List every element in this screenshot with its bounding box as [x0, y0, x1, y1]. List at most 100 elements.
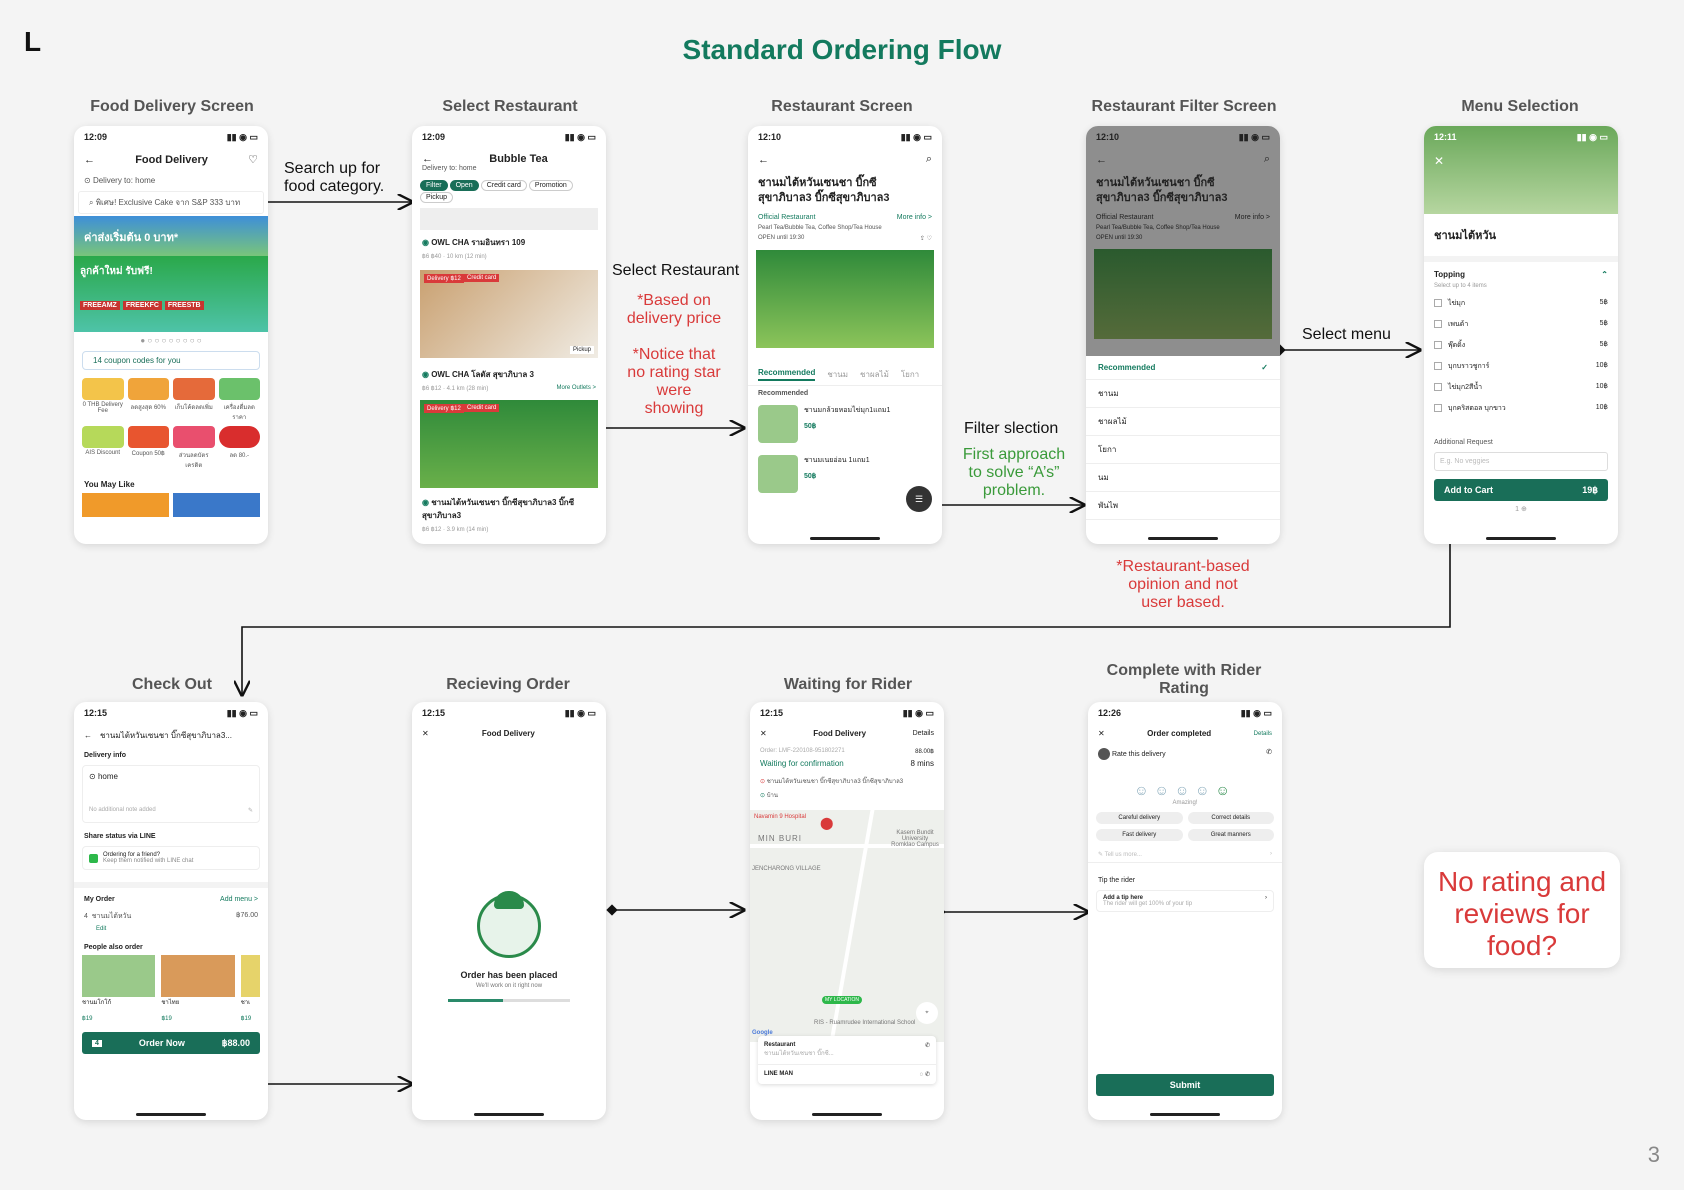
category-item[interactable]: ส่วนลดบัตรเครดิต	[173, 426, 215, 470]
chat-phone-icon[interactable]: ◌ ✆	[920, 1071, 930, 1078]
search-input[interactable]: ⌕ พิเศษ! Exclusive Cake จาก S&P 333 บาท	[78, 191, 264, 214]
rating-tag[interactable]: Great manners	[1187, 829, 1274, 841]
heart-icon[interactable]: ♡	[248, 153, 258, 166]
order-line[interactable]: 4 ชานมไต้หวัน ฿76.00	[74, 907, 268, 926]
dimmed-overlay[interactable]: 12:10 ▮▮ ◉ ▭ ← ⌕ ชานมไต้หวันเซนชา บิ๊กซี ส…	[1086, 126, 1280, 356]
search-icon[interactable]: ⌕	[926, 153, 932, 166]
restaurant-contact[interactable]: Restaurant ชานมไต้หวันเซนชา บิ๊กซี... ✆	[758, 1036, 936, 1065]
add-menu-link[interactable]: Add menu >	[220, 896, 258, 903]
restaurant-card[interactable]: ◉ ชานมไต้หวันเซนชา บิ๊กซีสุขาภิบาล3 บิ๊ก…	[412, 492, 606, 526]
restaurant-image[interactable]: Delivery ฿12 Credit card	[420, 400, 598, 488]
tab-recommended[interactable]: Recommended	[758, 368, 816, 381]
back-icon[interactable]: ←	[758, 154, 769, 166]
close-icon[interactable]: ✕	[422, 729, 429, 738]
restaurant-card[interactable]: ◉ OWL CHA โลตัส สุขาภิบาล 3	[412, 364, 606, 385]
rating-tag[interactable]: Fast delivery	[1096, 829, 1183, 841]
filter-option[interactable]: ชานม	[1086, 380, 1280, 408]
map-view[interactable]: Navamin 9 Hospital MIN BURI JENCHARONG V…	[750, 810, 944, 1042]
topping-option[interactable]: พุ๊ดดิ้ง 5฿	[1424, 335, 1618, 356]
more-info-link[interactable]: More info >	[897, 214, 932, 221]
tab-milk-tea[interactable]: ชานม	[827, 368, 848, 381]
menu-item[interactable]: ชานมกล้วยหอมไข่มุก1แถม1 50฿	[748, 401, 942, 447]
checkbox[interactable]	[1434, 299, 1442, 308]
rating-tag[interactable]: Careful delivery	[1096, 812, 1183, 824]
close-icon[interactable]: ✕	[1098, 729, 1105, 738]
filter-option[interactable]: พันไพ	[1086, 492, 1280, 520]
filter-option[interactable]: ชาผลไม้	[1086, 408, 1280, 436]
tip-card[interactable]: Add a tip here The rider will get 100% of…	[1096, 890, 1274, 912]
checkbox[interactable]	[1434, 320, 1442, 329]
category-item[interactable]: เครื่องดื่มลดราคา	[218, 378, 260, 422]
category-item[interactable]: เก็บโค้ดลดเพิ่ม	[173, 378, 215, 422]
also-item[interactable]: ชาไทย ฿19	[161, 955, 235, 1022]
additional-request-input[interactable]: E.g. No veggies	[1434, 452, 1608, 471]
close-icon[interactable]: ✕	[760, 729, 767, 738]
back-icon[interactable]: ←	[84, 731, 92, 740]
category-item[interactable]: ลด 80.-	[218, 426, 260, 470]
back-icon[interactable]: ←	[422, 153, 433, 165]
chip-open[interactable]: Open	[449, 180, 479, 191]
chevron-up-icon[interactable]: ⌃	[1601, 270, 1608, 279]
promo-banner-2[interactable]: ลูกค้าใหม่ รับฟรี! FREEAMZ FREEKFC FREES…	[74, 256, 268, 332]
category-item[interactable]: 0 THB Delivery Fee	[82, 378, 124, 422]
tab-yoga[interactable]: โยกา	[901, 368, 919, 381]
search-icon[interactable]: ⌕	[1264, 153, 1270, 166]
restaurant-image[interactable]	[420, 208, 598, 230]
order-now-button[interactable]: 4 Order Now ฿88.00	[82, 1032, 260, 1054]
rating-faces[interactable]: ☺☺☺☺☺	[1088, 782, 1282, 798]
details-link[interactable]: Details	[1254, 731, 1272, 737]
chip-pickup[interactable]: Pickup	[420, 192, 454, 203]
tab-fruit-tea[interactable]: ชาผลไม้	[860, 368, 889, 381]
checkbox[interactable]	[1434, 341, 1442, 350]
topping-option[interactable]: บุกบราวชูการ์ 10฿	[1424, 356, 1618, 377]
category-item[interactable]: AIS Discount	[82, 426, 124, 470]
delivery-row[interactable]: ⊙ Delivery to: home	[74, 172, 268, 189]
pencil-icon[interactable]: ✎	[248, 807, 253, 814]
topping-option[interactable]: ไข่มุก 5฿	[1424, 293, 1618, 314]
line-share-card[interactable]: Ordering for a friend? Keep them notified…	[82, 846, 260, 870]
promo-thumb[interactable]	[82, 493, 169, 517]
back-icon[interactable]: ←	[1096, 154, 1107, 166]
also-order-list: ชานมโกโก้ ฿19 ชาไทย ฿19 ชาเ ฿19	[74, 955, 268, 1022]
filter-option[interactable]: โยกา	[1086, 436, 1280, 464]
topping-option[interactable]: ไข่มุก2สีน้ำ 10฿	[1424, 377, 1618, 398]
tell-more-input[interactable]: ✎ Tell us more... ›	[1088, 847, 1282, 863]
chip-promotion[interactable]: Promotion	[528, 180, 573, 191]
label-s2: Select Restaurant	[442, 98, 578, 115]
promo-banner-1[interactable]: ค่าส่งเริ่มต้น 0 บาท*	[74, 216, 268, 256]
submit-button[interactable]: Submit	[1096, 1074, 1274, 1096]
add-to-cart-button[interactable]: Add to Cart 19฿	[1434, 479, 1608, 501]
also-item[interactable]: ชาเ ฿19	[240, 955, 260, 1022]
menu-list-icon[interactable]: ☰	[906, 486, 932, 512]
checkbox[interactable]	[1434, 404, 1442, 413]
checkbox[interactable]	[1434, 362, 1442, 371]
also-item[interactable]: ชานมโกโก้ ฿19	[82, 955, 156, 1022]
phone-icon[interactable]: ✆	[1266, 748, 1272, 760]
back-icon[interactable]: ←	[84, 154, 95, 166]
close-icon[interactable]: ✕	[1434, 154, 1444, 168]
topping-option[interactable]: เพนด้า 5฿	[1424, 314, 1618, 335]
phone-icon[interactable]: ✆	[925, 1042, 930, 1058]
more-outlets-link[interactable]: More Outlets >	[556, 385, 596, 392]
chip-filter[interactable]: Filter	[420, 180, 448, 191]
topping-option[interactable]: บุกคริสตอล บุกขาว 10฿	[1424, 398, 1618, 419]
rating-tag[interactable]: Correct details	[1187, 812, 1274, 824]
coupon-row[interactable]: 14 coupon codes for you	[82, 351, 260, 370]
share-heart-icon[interactable]: ⇪ ♡	[920, 235, 932, 242]
filter-option[interactable]: นม	[1086, 464, 1280, 492]
details-link[interactable]: Details	[913, 730, 934, 737]
more-info-link[interactable]: More info >	[1235, 214, 1270, 221]
edit-link[interactable]: Edit	[74, 926, 268, 932]
restaurant-card[interactable]: ◉ OWL CHA รามอินทรา 109	[412, 232, 606, 253]
locate-icon[interactable]: ⌖	[916, 1002, 938, 1024]
promo-thumb[interactable]	[173, 493, 260, 517]
quantity-stepper[interactable]: 1 ⊕	[1424, 505, 1618, 513]
category-item[interactable]: Coupon 50฿	[127, 426, 169, 470]
restaurant-image[interactable]: Delivery ฿12 Credit card Pickup	[420, 270, 598, 358]
checkbox[interactable]	[1434, 383, 1442, 392]
chip-credit[interactable]: Credit card	[480, 180, 527, 191]
address-card[interactable]: ⊙ home No additional note added ✎	[82, 765, 260, 823]
filter-option[interactable]: Recommended ✓	[1086, 356, 1280, 380]
category-item[interactable]: ลดสูงสุด 60%	[127, 378, 169, 422]
rider-contact[interactable]: LINE MAN ◌ ✆	[758, 1065, 936, 1084]
